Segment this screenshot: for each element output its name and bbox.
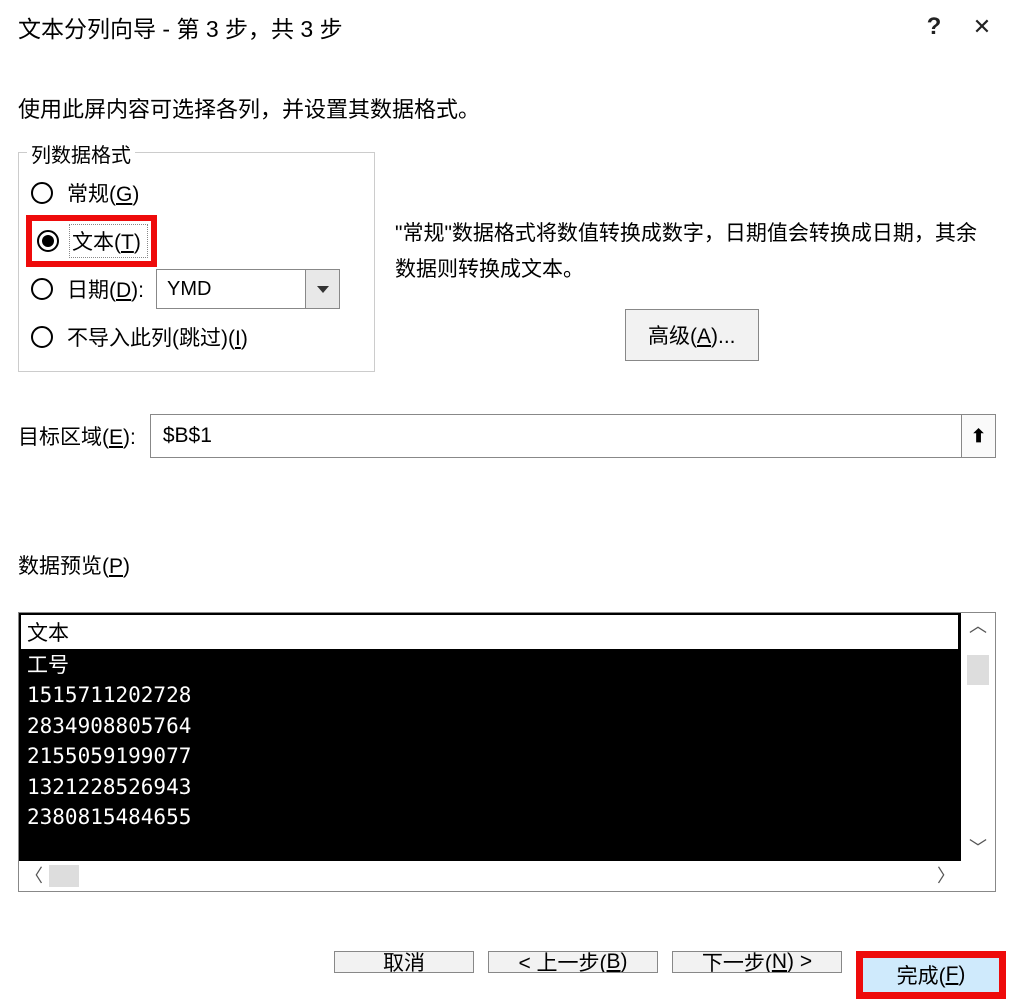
- radio-date[interactable]: 日期(D): YMD: [31, 271, 364, 307]
- finish-button[interactable]: 完成(F): [856, 951, 1006, 999]
- vertical-scrollbar[interactable]: ︿ ﹀: [961, 613, 995, 861]
- preview-row: 2834908805764: [27, 711, 953, 741]
- column-format-group: 列数据格式 常规(G) 文本(T) 日期(D): YMD: [18, 152, 375, 372]
- radio-general[interactable]: 常规(G): [31, 175, 364, 211]
- preview-row: 1515711202728: [27, 680, 953, 710]
- date-format-select[interactable]: YMD: [156, 269, 340, 309]
- scroll-down-icon: ﹀: [969, 839, 987, 857]
- cancel-button[interactable]: 取消: [334, 951, 474, 973]
- close-icon: ✕: [973, 14, 991, 39]
- preview-row: 2380815484655: [27, 802, 953, 832]
- group-legend: 列数据格式: [27, 139, 135, 168]
- format-description: "常规"数据格式将数值转换成数字，日期值会转换成日期，其余数据则转换成文本。: [395, 216, 996, 287]
- preview-label: 数据预览(P): [18, 550, 996, 580]
- preview-column-header: 文本: [21, 615, 959, 650]
- titlebar: 文本分列向导 - 第 3 步，共 3 步 ? ✕: [0, 0, 1014, 58]
- window-title: 文本分列向导 - 第 3 步，共 3 步: [18, 10, 910, 44]
- destination-input[interactable]: [151, 415, 961, 457]
- select-value: YMD: [157, 278, 305, 301]
- instruction-text: 使用此屏内容可选择各列，并设置其数据格式。: [0, 58, 1014, 124]
- radio-icon: [31, 326, 53, 348]
- next-button[interactable]: 下一步(N) >: [672, 951, 842, 973]
- destination-input-wrap: ⬆: [150, 414, 996, 458]
- range-picker-button[interactable]: ⬆: [961, 415, 995, 457]
- back-button[interactable]: < 上一步(B): [488, 951, 658, 973]
- hscroll-thumb[interactable]: [49, 865, 79, 887]
- radio-text[interactable]: [37, 230, 59, 252]
- radio-icon: [31, 182, 53, 204]
- radio-skip[interactable]: 不导入此列(跳过)(I): [31, 319, 364, 355]
- scroll-thumb[interactable]: [967, 655, 989, 685]
- preview-area: 文本 工号 1515711202728 2834908805764 215505…: [18, 612, 996, 892]
- radio-label: 常规(G): [67, 178, 139, 208]
- collapse-dialog-icon: ⬆: [971, 426, 986, 447]
- preview-row: 工号: [27, 650, 953, 680]
- preview-grid[interactable]: 文本 工号 1515711202728 2834908805764 215505…: [19, 613, 961, 861]
- radio-text-label: 文本(T): [69, 224, 148, 258]
- footer-buttons: 取消 < 上一步(B) 下一步(N) > 完成(F): [0, 951, 1014, 999]
- scroll-right-icon: 〉: [937, 867, 955, 885]
- preview-row: 1321228526943: [27, 772, 953, 802]
- radio-date-label: 日期(D):: [67, 274, 144, 304]
- close-button[interactable]: ✕: [958, 14, 1006, 40]
- scroll-left-icon: 〈: [25, 867, 43, 885]
- dropdown-button[interactable]: [305, 270, 339, 308]
- preview-data: 工号 1515711202728 2834908805764 215505919…: [21, 650, 959, 859]
- radio-text-highlight: 文本(T): [26, 215, 157, 267]
- chevron-down-icon: [317, 286, 329, 293]
- advanced-button[interactable]: 高级(A)...: [625, 309, 759, 361]
- preview-row: 2155059199077: [27, 741, 953, 771]
- scroll-up-icon: ︿: [969, 617, 987, 635]
- destination-label: 目标区域(E):: [18, 421, 136, 451]
- radio-icon: [31, 278, 53, 300]
- radio-skip-label: 不导入此列(跳过)(I): [67, 322, 248, 352]
- help-button[interactable]: ?: [910, 13, 958, 41]
- horizontal-scrollbar[interactable]: 〈 〉: [19, 861, 961, 891]
